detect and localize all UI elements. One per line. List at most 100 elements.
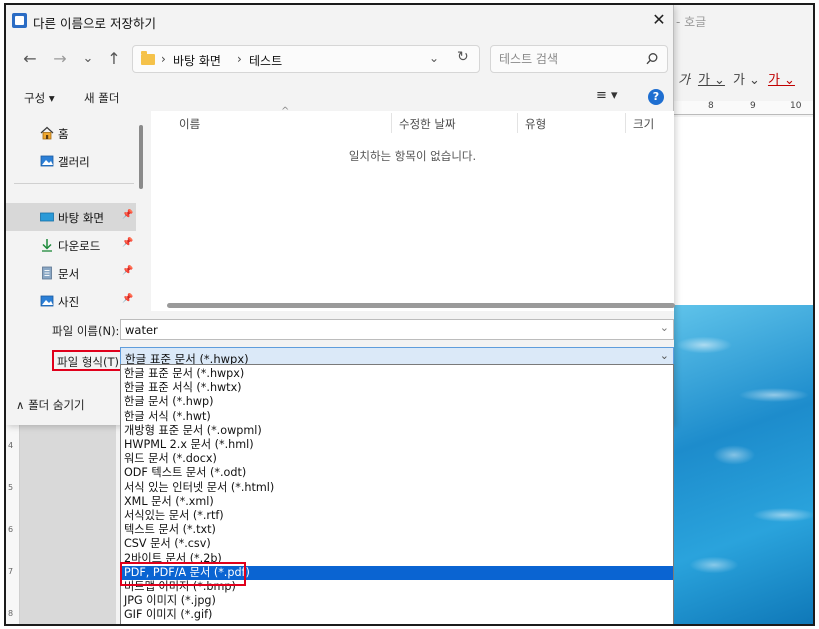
filename-value[interactable]: water (125, 323, 158, 337)
document-page (674, 117, 813, 307)
sidebar-item-home[interactable]: 홈 (6, 119, 136, 147)
pin-icon: 📌 (122, 238, 134, 248)
organize-button[interactable]: 구성 ▾ (24, 90, 55, 106)
chevron-down-icon[interactable]: ⌄ (660, 321, 669, 334)
ruler-tick-label: 5 (8, 483, 14, 492)
ruler-tick-label: 8 (8, 609, 14, 618)
dialog-titlebar: 다른 이름으로 저장하기 ✕ (6, 5, 674, 35)
recent-locations-button[interactable]: ⌄ (76, 47, 100, 71)
filetype-option[interactable]: 서식있는 문서 (*.rtf) (121, 509, 673, 523)
close-button[interactable]: ✕ (648, 10, 670, 30)
sidebar-item-label: 갤러리 (58, 155, 90, 169)
crumb-separator: › (237, 52, 242, 66)
filetype-option[interactable]: 2바이트 문서 (*.2b) (121, 552, 673, 566)
column-divider[interactable] (517, 113, 518, 133)
filetype-label: 파일 형식(T): (52, 350, 128, 371)
breadcrumb-test[interactable]: 테스트 (249, 52, 282, 69)
filetype-option[interactable]: ODF 텍스트 문서 (*.odt) (121, 466, 673, 480)
folder-icon (141, 51, 155, 65)
water-image (674, 305, 813, 624)
screenshot-frame: - 호글 가 가 ⌄ 가 ⌄ 가 ⌄ 8 9 10 4 5 6 7 8 다른 이… (4, 3, 815, 626)
filetype-option[interactable]: 텍스트 문서 (*.txt) (121, 523, 673, 537)
sidebar-item-label: 사진 (58, 295, 80, 309)
document-area (20, 425, 116, 624)
sidebar-item-documents[interactable]: 문서 📌 (6, 259, 136, 287)
breadcrumb-desktop[interactable]: 바탕 화면 (173, 52, 221, 69)
filetype-option[interactable]: CSV 문서 (*.csv) (121, 537, 673, 551)
new-folder-button[interactable]: 새 폴더 (84, 90, 119, 106)
column-divider[interactable] (391, 113, 392, 133)
sidebar-scrollbar[interactable] (139, 125, 143, 189)
filename-field[interactable]: water ⌄ (120, 319, 674, 340)
search-icon[interactable] (645, 52, 659, 66)
column-divider[interactable] (625, 113, 626, 133)
sidebar-item-label: 홈 (58, 127, 69, 141)
sidebar-item-label: 문서 (58, 267, 80, 281)
filetype-option[interactable]: 서식 있는 인터넷 문서 (*.html) (121, 481, 673, 495)
column-header-type[interactable]: 유형 (525, 116, 546, 132)
strike-button[interactable]: 가 ⌄ (733, 69, 760, 88)
home-icon (40, 126, 54, 140)
desktop-icon (40, 212, 54, 222)
ruler-tick-label: 10 (790, 101, 802, 111)
ruler-tick-label: 7 (8, 567, 14, 576)
filetype-option[interactable]: 한글 표준 서식 (*.hwtx) (121, 381, 673, 395)
pin-icon: 📌 (122, 210, 134, 220)
filetype-dropdown-list[interactable]: 한글 표준 문서 (*.hwpx) 한글 표준 서식 (*.hwtx) 한글 문서 … (120, 364, 674, 624)
italic-button[interactable]: 가 (678, 69, 690, 88)
ruler-tick-label: 8 (708, 101, 714, 111)
sidebar-item-downloads[interactable]: 다운로드 📌 (6, 231, 136, 259)
column-header-size[interactable]: 크기 (633, 116, 654, 132)
underline-button[interactable]: 가 ⌄ (698, 69, 725, 88)
ruler-tick-label: 4 (8, 441, 14, 450)
save-as-dialog: 다른 이름으로 저장하기 ✕ ← → ⌄ ↑ › 바탕 화면 › 테스트 ⌄ ↻ (6, 5, 675, 425)
filetype-option[interactable]: XML 문서 (*.xml) (121, 495, 673, 509)
navigation-pane: 홈 갤러리 바탕 화면 📌 다운로드 📌 문서 📌 사진 📌 (6, 111, 146, 311)
filetype-option[interactable]: PDF, PDF/A 문서 (*.pdf) (121, 565, 673, 580)
filetype-option[interactable]: HWPML 2.x 문서 (*.hml) (121, 438, 673, 452)
command-bar: 구성 ▾ 새 폴더 ≡ ▾ ? (6, 83, 674, 111)
pictures-icon (40, 295, 54, 307)
horizontal-ruler: 8 9 10 (674, 101, 813, 115)
help-icon[interactable]: ? (648, 89, 664, 105)
view-options-button[interactable]: ≡ ▾ (596, 88, 618, 103)
column-header-name[interactable]: 이름 (179, 116, 200, 132)
filetype-option[interactable]: 한글 표준 문서 (*.hwpx) (121, 367, 673, 381)
refresh-button[interactable]: ↻ (457, 49, 469, 65)
navigation-bar: ← → ⌄ ↑ › 바탕 화면 › 테스트 ⌄ ↻ (6, 41, 674, 77)
crumb-separator: › (161, 52, 166, 66)
search-box[interactable] (490, 45, 668, 73)
filetype-option[interactable]: 한글 서식 (*.hwt) (121, 410, 673, 424)
back-button[interactable]: ← (18, 47, 42, 71)
sidebar-item-gallery[interactable]: 갤러리 (6, 147, 136, 175)
column-header-date[interactable]: 수정한 날짜 (399, 116, 456, 132)
sidebar-item-label: 바탕 화면 (58, 211, 104, 225)
chevron-down-icon[interactable]: ⌄ (660, 349, 669, 362)
filetype-option[interactable]: 한글 문서 (*.hwp) (121, 395, 673, 409)
filetype-option[interactable]: 개방형 표준 문서 (*.owpml) (121, 424, 673, 438)
font-color-button[interactable]: 가 ⌄ (768, 69, 795, 88)
filetype-option[interactable]: GIF 이미지 (*.gif) (121, 608, 673, 622)
filetype-option[interactable]: JPG 이미지 (*.jpg) (121, 594, 673, 608)
search-input[interactable] (499, 51, 639, 67)
filetype-option[interactable]: 워드 문서 (*.docx) (121, 452, 673, 466)
document-icon (42, 266, 52, 280)
app-icon (12, 13, 27, 28)
dialog-title: 다른 이름으로 저장하기 (33, 16, 156, 31)
app-title: - 호글 (676, 15, 707, 29)
pin-icon: 📌 (122, 294, 134, 304)
up-button[interactable]: ↑ (102, 47, 126, 71)
address-bar[interactable]: › 바탕 화면 › 테스트 ⌄ ↻ (132, 45, 480, 73)
sidebar-item-label: 다운로드 (58, 239, 101, 253)
download-icon (42, 239, 52, 252)
address-dropdown-button[interactable]: ⌄ (429, 51, 439, 65)
hide-folders-button[interactable]: ∧ 폴더 숨기기 (16, 397, 85, 413)
sidebar-item-desktop[interactable]: 바탕 화면 📌 (6, 203, 136, 231)
horizontal-scrollbar[interactable] (167, 303, 675, 308)
app-format-toolbar: 가 가 ⌄ 가 ⌄ 가 ⌄ (678, 69, 795, 88)
pin-icon: 📌 (122, 266, 134, 276)
file-list: ^ 이름 수정한 날짜 유형 크기 일치하는 항목이 없습니다. (151, 106, 675, 311)
filetype-option[interactable]: 비트맵 이미지 (*.bmp) (121, 580, 673, 594)
empty-folder-message: 일치하는 항목이 없습니다. (348, 149, 477, 163)
forward-button[interactable]: → (48, 47, 72, 71)
